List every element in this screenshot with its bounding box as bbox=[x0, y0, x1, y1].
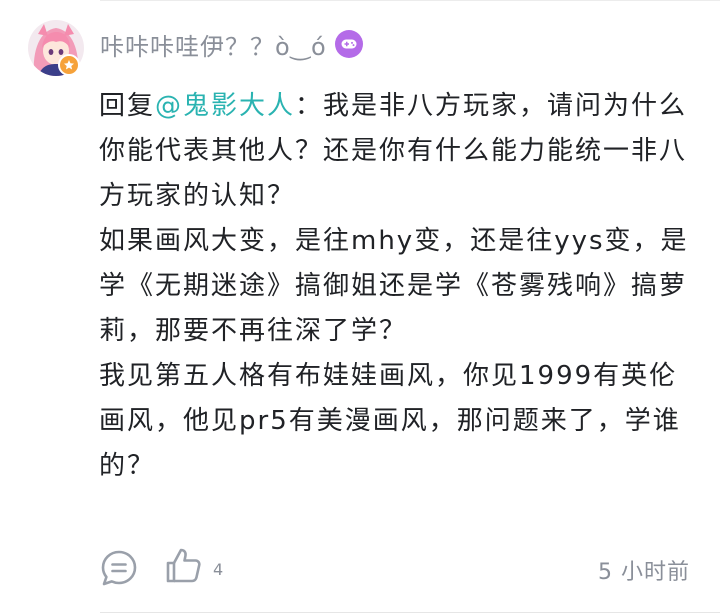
thumbs-up-icon bbox=[166, 548, 201, 583]
comment-body: 回复@鬼影大人：我是非八方玩家，请问为什么你能代表其他人？还是你有什么能力能统一… bbox=[99, 84, 699, 489]
like-button[interactable] bbox=[164, 546, 204, 586]
timestamp: 5 小时前 bbox=[598, 560, 690, 585]
like-count: 4 bbox=[213, 560, 224, 579]
reply-button[interactable] bbox=[100, 549, 138, 587]
username[interactable]: 咔咔咔哇伊？？ò‿ó bbox=[100, 27, 327, 62]
comment-paragraph: 如果画风大变，是往mhy变，还是往yys变，是学《无期迷途》搞御姐还是学《苍雾残… bbox=[99, 226, 689, 346]
comment-paragraph: 回复@鬼影大人：我是非八方玩家，请问为什么你能代表其他人？还是你有什么能力能统一… bbox=[99, 84, 699, 219]
avatar-badge bbox=[58, 54, 80, 76]
bottom-divider bbox=[100, 612, 720, 613]
star-icon bbox=[64, 60, 74, 70]
reply-prefix: 回复 bbox=[99, 91, 156, 121]
top-divider bbox=[100, 0, 720, 1]
level-badge bbox=[334, 30, 363, 58]
gamepad-icon bbox=[341, 39, 357, 49]
comment-actions: 4 5 小时前 bbox=[0, 540, 720, 600]
comment-bubble-icon bbox=[101, 550, 137, 586]
reply-separator: ： bbox=[295, 91, 324, 121]
username-row: 咔咔咔哇伊？？ò‿ó bbox=[100, 26, 363, 62]
comment-paragraph: 我见第五人格有布娃娃画风，你见1999有英伦画风，他见pr5有美漫画风，那问题来… bbox=[99, 361, 681, 481]
mention-link[interactable]: @鬼影大人 bbox=[155, 91, 295, 121]
